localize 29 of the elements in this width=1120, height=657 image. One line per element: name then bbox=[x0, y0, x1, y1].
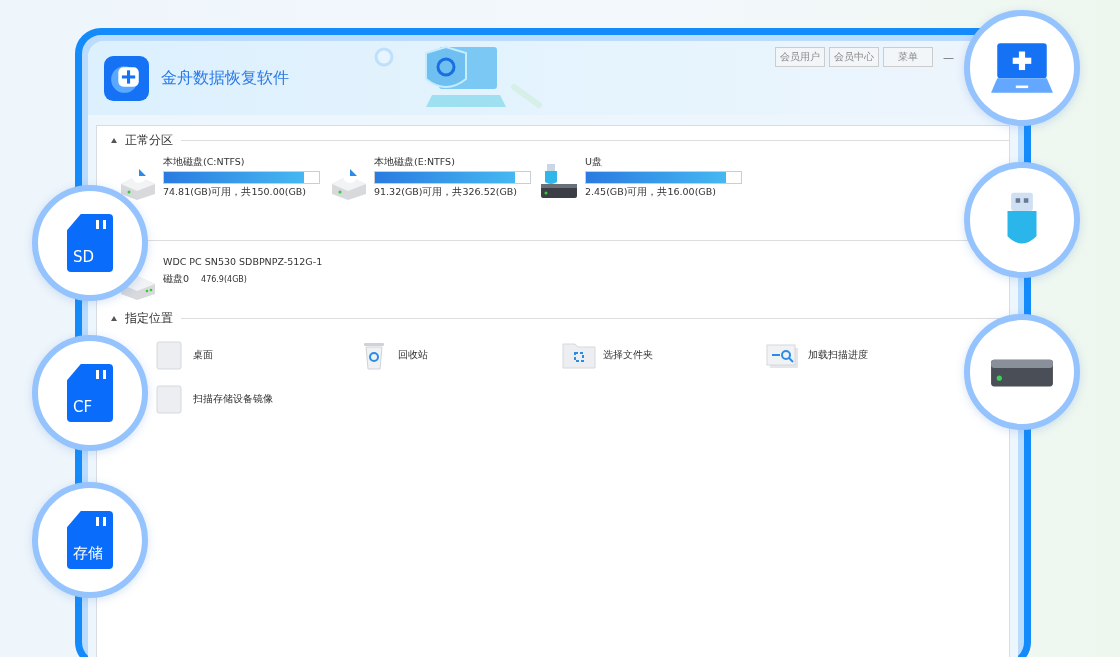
section-title: 正常分区 bbox=[125, 131, 173, 149]
drive-name: 本地磁盘(E:NTFS) bbox=[374, 156, 456, 169]
disk-name: WDC PC SN530 SDBPNPZ-512G-1 bbox=[163, 256, 323, 267]
location-item[interactable]: 桌面 bbox=[151, 340, 213, 370]
collapse-triangle-icon[interactable] bbox=[111, 315, 117, 321]
location-item[interactable]: 回收站 bbox=[356, 340, 428, 370]
header-button[interactable]: 会员用户 bbox=[775, 47, 825, 67]
drive-usage: 74.81(GB)可用，共150.00(GB) bbox=[163, 186, 308, 199]
section-title: 指定位置 bbox=[125, 309, 173, 327]
location-item[interactable]: 选择文件夹 bbox=[561, 340, 653, 370]
drive-usage: 91.32(GB)可用，共326.52(GB) bbox=[374, 186, 519, 199]
folder-icon bbox=[561, 340, 597, 370]
header-button[interactable]: 会员中心 bbox=[829, 47, 879, 67]
memory-card-icon: SD bbox=[67, 214, 113, 272]
disk-size: 476.9(4GB) bbox=[201, 275, 247, 284]
minimize-button[interactable]: — bbox=[943, 50, 954, 64]
drive-name: 本地磁盘(C:NTFS) bbox=[163, 156, 246, 169]
memory-card-icon: CF bbox=[67, 364, 113, 422]
location-item[interactable]: 扫描存储设备镜像 bbox=[151, 384, 273, 414]
collapse-triangle-icon[interactable] bbox=[111, 137, 117, 143]
app-title: 金舟数据恢复软件 bbox=[161, 67, 289, 89]
app-logo-icon bbox=[104, 55, 149, 101]
location-item[interactable]: 加载扫描进度 bbox=[766, 340, 868, 370]
drive-name: U盘 bbox=[585, 156, 603, 169]
usb-drive-icon bbox=[539, 164, 579, 200]
header-button[interactable]: 菜单 bbox=[883, 47, 933, 67]
drive-usage: 2.45(GB)可用，共16.00(GB) bbox=[585, 186, 717, 199]
memory-card-icon: 存储 bbox=[67, 511, 113, 569]
disk-number: 磁盘0 bbox=[163, 273, 190, 286]
